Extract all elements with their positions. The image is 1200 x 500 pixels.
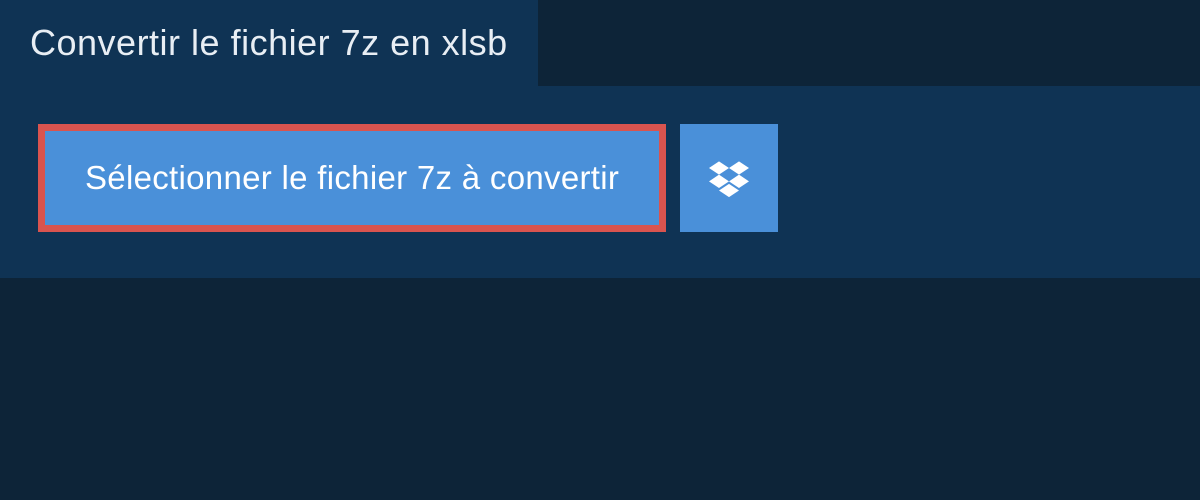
select-file-button[interactable]: Sélectionner le fichier 7z à convertir — [38, 124, 666, 232]
dropbox-icon — [709, 158, 749, 198]
select-file-label: Sélectionner le fichier 7z à convertir — [85, 159, 619, 197]
dropbox-button[interactable] — [680, 124, 778, 232]
page-title: Convertir le fichier 7z en xlsb — [30, 22, 508, 64]
header-tab: Convertir le fichier 7z en xlsb — [0, 0, 538, 86]
upload-panel: Sélectionner le fichier 7z à convertir — [0, 86, 1200, 278]
